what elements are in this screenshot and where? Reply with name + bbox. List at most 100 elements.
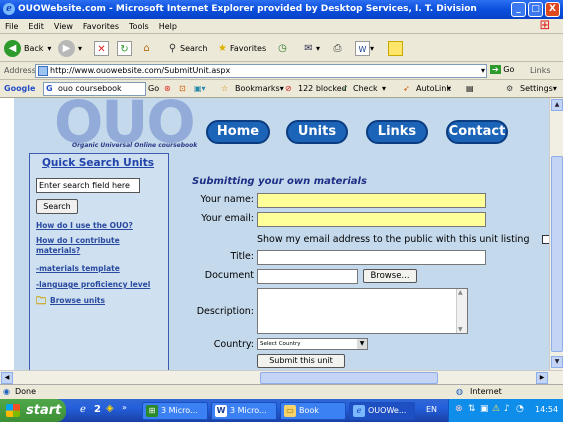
folder-task-icon: ▭ (284, 405, 296, 417)
close-button[interactable]: X (545, 2, 560, 17)
vertical-scroll-thumb[interactable] (551, 156, 563, 352)
printer-icon: ⎙ (333, 42, 342, 54)
address-bar: Address http://www.ouowebsite.com/Submit… (0, 62, 563, 80)
maximize-button[interactable]: □ (528, 2, 543, 17)
task-ie-label: OUOWe... (368, 406, 407, 415)
browse-units-label: Browse units (50, 296, 105, 305)
page-icon (38, 66, 48, 76)
settings-gear-icon: ⚙ (506, 84, 514, 93)
task-ie[interactable]: e OUOWe... (349, 402, 415, 420)
check-button[interactable]: Check (353, 83, 378, 95)
mail-button[interactable]: ✉ ▾ (301, 38, 320, 58)
horizontal-scrollbar[interactable]: ◀ ▶ (0, 370, 563, 384)
check-dropdown-icon[interactable]: ▾ (382, 83, 386, 95)
sidebar-link-browse-units[interactable]: 🗀 Browse units (36, 296, 105, 307)
your-name-input[interactable] (257, 193, 486, 208)
address-input[interactable]: http://www.ouowebsite.com/SubmitUnit.asp… (35, 64, 487, 78)
nav-home-button[interactable]: Home (206, 120, 270, 144)
tray-network-icon[interactable]: ⇅ (468, 404, 476, 414)
popups-blocked-button[interactable]: 122 blocked (298, 83, 347, 95)
country-select[interactable]: Select Country ▼ (257, 338, 368, 350)
tray-time[interactable]: 14:54 (535, 405, 558, 414)
tray-volume-icon[interactable]: ♪ (504, 404, 510, 414)
spellcheck-icon: ✓ (342, 84, 349, 93)
bookmarks-button[interactable]: Bookmarks▾ (235, 83, 284, 95)
google-search-input[interactable]: G ouo coursebook (43, 82, 146, 96)
submit-unit-button[interactable]: Submit this unit (257, 354, 345, 368)
task-excel[interactable]: ⊞ 3 Micro... (142, 402, 208, 420)
messenger-button[interactable] (388, 38, 403, 58)
favorites-button[interactable]: ★ Favorites (215, 38, 266, 58)
task-word[interactable]: W 3 Micro... (211, 402, 277, 420)
ie-quicklaunch-icon[interactable]: ℯ (80, 404, 86, 415)
tray-security-icon[interactable]: ⊗ (455, 404, 463, 414)
sidebar-link-how-to-contribute[interactable]: How do I contribute materials? (36, 236, 126, 256)
site-tagline: Organic Universal Online coursebook (72, 142, 198, 149)
nav-units-button[interactable]: Units (286, 120, 348, 144)
settings-button[interactable]: Settings▾ (520, 83, 557, 95)
news-icon[interactable]: ⊡ (179, 83, 186, 95)
forward-button[interactable]: ▶ ▾ (58, 38, 82, 58)
horizontal-scroll-thumb[interactable] (260, 372, 438, 384)
ie-task-icon: e (353, 405, 365, 417)
pagerank-icon[interactable]: ⊛ (164, 83, 171, 95)
nav-links-button[interactable]: Links (366, 120, 428, 144)
document-file-input[interactable] (257, 269, 358, 284)
menu-tools[interactable]: Tools (124, 19, 154, 34)
home-button[interactable]: ⌂ (139, 38, 154, 58)
scroll-up-button[interactable]: ▲ (551, 99, 563, 111)
scroll-up-icon[interactable]: ▲ (458, 289, 463, 296)
nav-contact-button[interactable]: Contact (446, 120, 508, 144)
browse-button[interactable]: Browse... (363, 269, 417, 283)
quick-search-heading[interactable]: Quick Search Units (42, 157, 154, 169)
sidebar-link-proficiency-level[interactable]: -language proficiency level (36, 280, 150, 289)
menu-file[interactable]: File (0, 19, 23, 34)
address-dropdown-icon[interactable]: ▾ (481, 65, 485, 77)
back-button[interactable]: ◀ Back ▾ (4, 38, 51, 58)
vertical-scrollbar[interactable]: ▲ ▼ (549, 98, 563, 370)
back-dropdown-icon: ▾ (47, 43, 52, 53)
minimize-button[interactable]: _ (511, 2, 526, 17)
description-textarea[interactable]: ▲ ▼ (257, 288, 468, 334)
forward-arrow-icon: ▶ (58, 39, 75, 57)
autolink-dropdown-icon[interactable]: ▾ (447, 83, 451, 95)
google-go-button[interactable]: Go (148, 83, 159, 95)
stop-button[interactable]: ✕ (94, 38, 109, 58)
title-input[interactable] (257, 250, 486, 265)
google-tools-icon[interactable]: ▣▾ (194, 83, 206, 95)
scroll-left-button[interactable]: ◀ (1, 372, 13, 384)
refresh-button[interactable]: ↻ (117, 38, 132, 58)
autolink-button[interactable]: AutoLink (416, 83, 451, 95)
edit-button[interactable]: W ▾ (355, 38, 374, 58)
print-button[interactable]: ⎙ (330, 38, 345, 58)
scroll-down-icon[interactable]: ▼ (458, 326, 463, 333)
links-label[interactable]: Links (530, 66, 551, 75)
quicklaunch-chevron-icon[interactable]: » (122, 403, 127, 412)
your-email-input[interactable] (257, 212, 486, 227)
desktop-quicklaunch-icon[interactable]: ◈ (106, 403, 114, 414)
tray-display-icon[interactable]: ▣ (480, 404, 489, 414)
menu-help[interactable]: Help (154, 19, 182, 34)
quick-search-button[interactable]: Search (36, 199, 78, 214)
autofill-icon[interactable]: ▤ (466, 83, 474, 95)
sidebar-link-how-to-use[interactable]: How do I use the OUO? (36, 221, 133, 230)
task-folder[interactable]: ▭ Book (280, 402, 346, 420)
sidebar-link-materials-template[interactable]: -materials template (36, 264, 120, 273)
show-email-label: Show my email address to the public with… (257, 234, 530, 245)
google-logo[interactable]: Google (4, 83, 35, 95)
tray-clock-icon[interactable]: ◔ (516, 404, 524, 414)
start-button[interactable]: start (0, 399, 66, 422)
quick-search-input[interactable]: Enter search field here (36, 178, 140, 193)
search-button[interactable]: ⚲ Search (165, 38, 208, 58)
scroll-down-button[interactable]: ▼ (551, 356, 563, 368)
menu-edit[interactable]: Edit (23, 19, 49, 34)
quicklaunch-count[interactable]: 2 (94, 404, 101, 415)
menu-favorites[interactable]: Favorites (78, 19, 124, 34)
go-button[interactable]: ➔ Go (490, 65, 514, 74)
scroll-right-button[interactable]: ▶ (536, 372, 548, 384)
tray-warning-icon[interactable]: ⚠ (492, 404, 500, 414)
history-button[interactable]: ◷ (275, 38, 290, 58)
language-indicator[interactable]: EN (426, 405, 437, 414)
description-scrollbar[interactable]: ▲ ▼ (456, 289, 467, 333)
menu-view[interactable]: View (49, 19, 78, 34)
